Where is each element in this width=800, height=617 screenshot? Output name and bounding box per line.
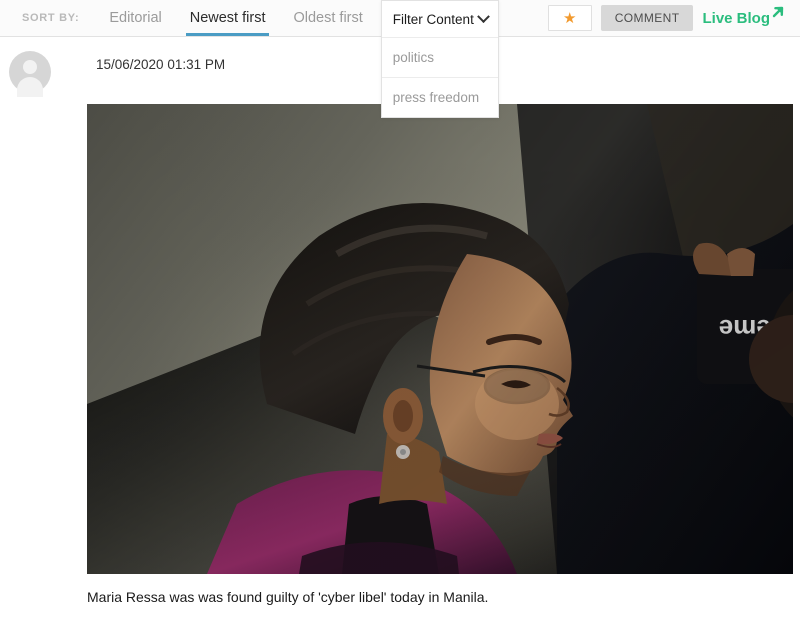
filter-content-title: Filter Content [392, 11, 474, 27]
toolbar-actions: ★ COMMENT Live Blog [547, 0, 800, 36]
live-blog-link[interactable]: Live Blog [702, 6, 788, 27]
filter-option-press-freedom[interactable]: press freedom [381, 77, 498, 117]
filter-content-zone: Filter Content politics press freedom [377, 0, 499, 118]
post-image-graphic: supreme [87, 104, 793, 574]
favorite-star-button[interactable]: ★ [547, 5, 592, 31]
post-content: supreme [0, 104, 800, 617]
sort-tab-newest-first[interactable]: Newest first [176, 0, 280, 36]
sort-tab-oldest-first[interactable]: Oldest first [279, 0, 376, 36]
star-icon: ★ [562, 9, 577, 27]
image-caption: Maria Ressa was was found guilty of 'cyb… [87, 589, 489, 605]
user-avatar-icon [9, 51, 51, 97]
sort-tab-editorial-label: Editorial [109, 10, 162, 26]
sort-tab-group: Editorial Newest first Oldest first [95, 0, 376, 36]
filter-content-toggle[interactable]: Filter Content [382, 1, 498, 37]
filter-option-politics[interactable]: politics [381, 37, 498, 77]
filter-content-dropdown: Filter Content politics press freedom [380, 0, 499, 118]
sort-tab-editorial[interactable]: Editorial [95, 0, 175, 36]
sort-toolbar: SORT BY: Editorial Newest first Oldest f… [0, 0, 800, 118]
sort-tab-newest-first-label: Newest first [189, 10, 266, 26]
sort-tab-oldest-first-label: Oldest first [293, 10, 363, 26]
comment-button[interactable]: COMMENT [600, 5, 694, 31]
arrow-up-right-icon [771, 5, 786, 24]
post-timestamp: 15/06/2020 01:31 PM [96, 57, 226, 72]
blog-post: 15/06/2020 01:31 PM reme Maria Ressa was… [0, 37, 800, 617]
filter-option-press-freedom-label: press freedom [392, 90, 480, 105]
live-blog-label: Live Blog [702, 9, 770, 27]
filter-option-politics-label: politics [392, 50, 435, 65]
sort-by-label: SORT BY: [22, 12, 80, 24]
chevron-down-icon [476, 9, 490, 23]
post-body-text: Rappler.com editor Maria Ressa was found… [87, 607, 777, 617]
post-image: supreme [87, 104, 793, 574]
